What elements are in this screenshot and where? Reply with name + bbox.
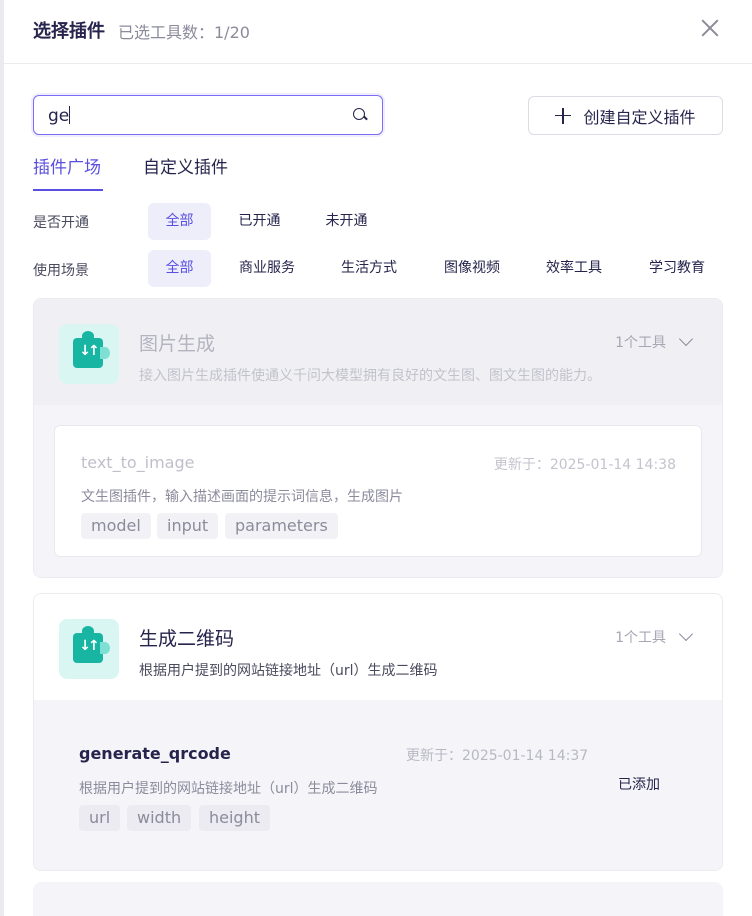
filter-label-scene: 使用场景 xyxy=(33,263,89,279)
tool-updated-time: 更新于：2025-01-14 14:38 xyxy=(493,457,676,473)
create-custom-plugin-button[interactable]: 创建自定义插件 xyxy=(528,96,723,135)
dialog-header: 选择插件 已选工具数：1/20 xyxy=(4,0,752,64)
plugin-description: 根据用户提到的网站链接地址（url）生成二维码 xyxy=(139,663,438,679)
filter-scene-all[interactable]: 全部 xyxy=(148,250,211,287)
plugin-card-header[interactable]: ↓↑ 图片生成 接入图片生成插件使通义千问大模型拥有良好的文生图、图文生图的能力… xyxy=(34,299,722,405)
filter-label-status: 是否开通 xyxy=(33,215,89,231)
tool-added-status: 已添加 xyxy=(618,777,660,793)
plugin-description: 接入图片生成插件使通义千问大模型拥有良好的文生图、图文生图的能力。 xyxy=(139,368,601,384)
next-plugin-card-partial xyxy=(33,882,723,916)
plugin-card-body: generate_qrcode 更新于：2025-01-14 14:37 根据用… xyxy=(34,700,722,870)
plugin-card-header[interactable]: ↓↑ 生成二维码 根据用户提到的网站链接地址（url）生成二维码 1个工具 xyxy=(34,594,722,700)
active-tab-underline xyxy=(33,189,103,191)
tool-name: text_to_image xyxy=(81,453,195,472)
plugin-tool-count: 1个工具 xyxy=(615,335,666,351)
tab-custom-plugins[interactable]: 自定义插件 xyxy=(143,153,228,178)
plugin-title: 生成二维码 xyxy=(139,628,235,650)
chevron-down-icon[interactable] xyxy=(678,331,694,347)
filter-status-enabled[interactable]: 已开通 xyxy=(228,203,291,240)
filter-scene-lifestyle[interactable]: 生活方式 xyxy=(333,250,405,287)
left-edge-divider xyxy=(0,0,4,916)
filter-status-disabled[interactable]: 未开通 xyxy=(315,203,378,240)
search-input-value: ge xyxy=(48,106,70,126)
search-icon[interactable] xyxy=(353,108,368,123)
filter-status-all[interactable]: 全部 xyxy=(148,203,211,240)
filter-scene-education[interactable]: 学习教育 xyxy=(641,250,713,287)
selected-tool-count: 已选工具数：1/20 xyxy=(118,23,250,42)
text-caret xyxy=(69,106,71,124)
plugin-card-body: text_to_image 更新于：2025-01-14 14:38 文生图插件… xyxy=(34,405,722,577)
puzzle-transfer-icon: ↓↑ xyxy=(59,619,119,679)
tool-param-tag: height xyxy=(199,805,270,831)
tool-param-tag: width xyxy=(127,805,192,831)
tool-name: generate_qrcode xyxy=(79,744,231,763)
puzzle-transfer-icon: ↓↑ xyxy=(59,324,119,384)
tool-item[interactable]: text_to_image 更新于：2025-01-14 14:38 文生图插件… xyxy=(54,425,702,557)
close-icon[interactable] xyxy=(698,16,722,40)
plugin-tool-count: 1个工具 xyxy=(615,630,666,646)
tool-param-tag: parameters xyxy=(225,513,338,539)
tool-param-tag: url xyxy=(79,805,121,831)
tool-updated-time: 更新于：2025-01-14 14:37 xyxy=(406,748,589,764)
filter-scene-productivity[interactable]: 效率工具 xyxy=(538,250,610,287)
search-input[interactable]: ge xyxy=(33,95,383,135)
tool-param-tag: model xyxy=(81,513,151,539)
filter-scene-business[interactable]: 商业服务 xyxy=(231,250,303,287)
plus-icon xyxy=(555,107,572,124)
tool-description: 根据用户提到的网站链接地址（url）生成二维码 xyxy=(79,781,378,797)
plugin-title: 图片生成 xyxy=(139,333,216,355)
create-custom-plugin-label: 创建自定义插件 xyxy=(583,107,696,127)
plugin-card: ↓↑ 图片生成 接入图片生成插件使通义千问大模型拥有良好的文生图、图文生图的能力… xyxy=(33,298,723,578)
filter-scene-image-video[interactable]: 图像视频 xyxy=(436,250,508,287)
tab-plugin-square[interactable]: 插件广场 xyxy=(33,153,101,178)
tool-description: 文生图插件，输入描述画面的提示词信息，生成图片 xyxy=(81,489,403,505)
plugin-card: ↓↑ 生成二维码 根据用户提到的网站链接地址（url）生成二维码 1个工具 ge… xyxy=(33,593,723,871)
dialog-title: 选择插件 xyxy=(33,21,105,42)
tool-param-tag: input xyxy=(157,513,219,539)
chevron-down-icon[interactable] xyxy=(678,626,694,642)
